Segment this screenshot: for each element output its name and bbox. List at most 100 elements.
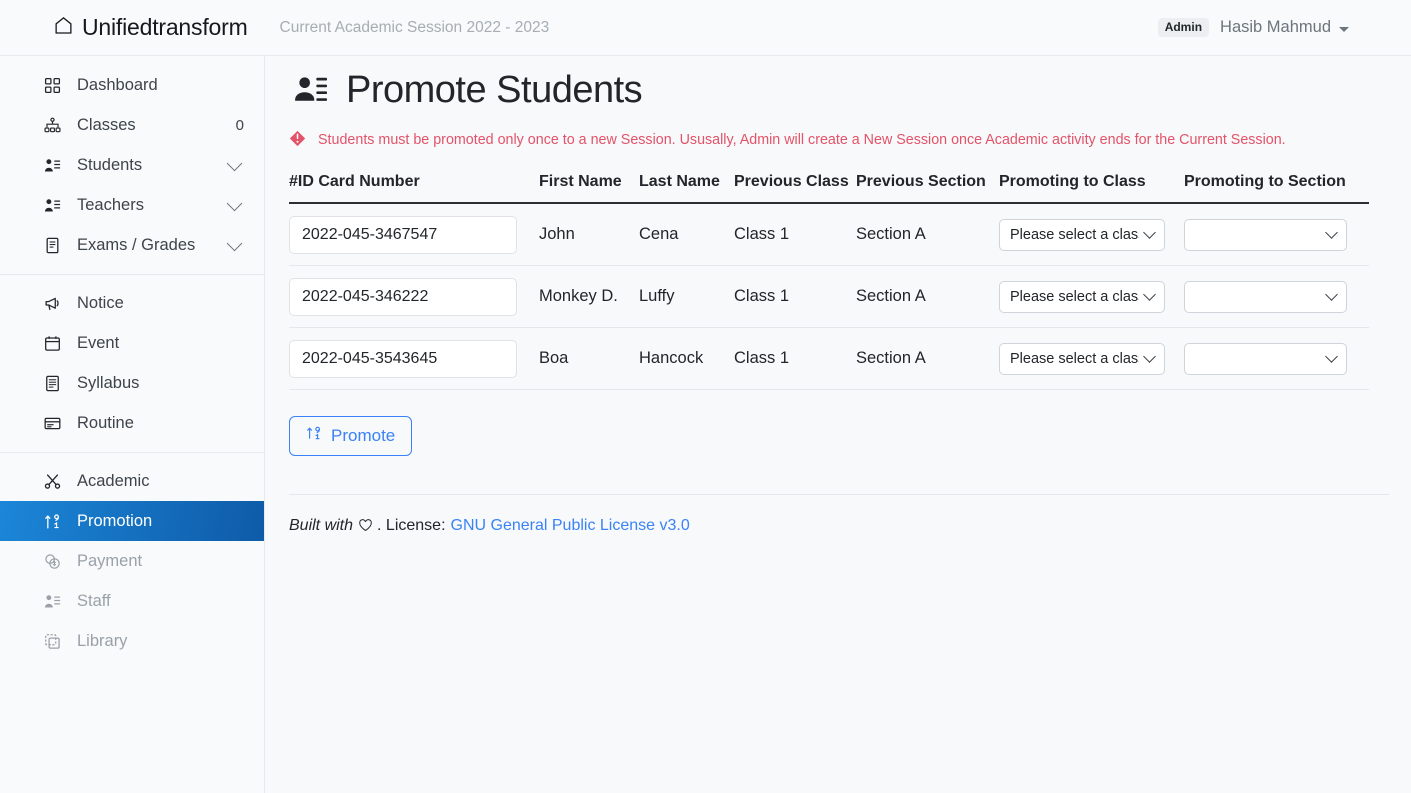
navbar-user-area: Admin Hasib Mahmud [1157,18,1349,37]
academic-session-label: Current Academic Session 2022 - 2023 [279,18,550,36]
column-header-id-card: #ID Card Number [289,172,539,204]
cell-promoting-class: Please select a class [999,202,1184,266]
promoting-section-select[interactable] [1184,218,1347,251]
sidebar-item-label: Exams / Grades [77,235,196,254]
promoting-class-value: Please select a class [1010,226,1139,243]
cell-previous-class: Class 1 [734,265,856,328]
table-header-row: #ID Card Number First Name Last Name Pre… [289,172,1369,204]
promoting-class-select[interactable]: Please select a class [999,280,1165,313]
sidebar-item-label: Notice [77,293,124,312]
person-list-icon [44,593,66,610]
file-text-icon [44,375,66,392]
sidebar-item-payment[interactable]: Payment [0,541,264,581]
cell-previous-class: Class 1 [734,202,856,266]
sidebar-item-exams-grades[interactable]: Exams / Grades [0,225,264,265]
promoting-section-select[interactable] [1184,280,1347,313]
sidebar-item-library[interactable]: Library [0,621,264,661]
diagram-icon [44,117,66,134]
sidebar-item-students[interactable]: Students [0,145,264,185]
megaphone-icon [44,295,66,312]
sidebar-item-label: Academic [77,471,150,490]
table-row: JohnCenaClass 1Section A Please select a … [289,202,1369,266]
card-list-icon [44,415,66,432]
navbar: Unifiedtransform Current Academic Sessio… [0,0,1411,56]
sidebar-item-event[interactable]: Event [0,323,264,363]
sidebar-item-promotion[interactable]: Promotion [0,501,264,541]
calendar-icon [44,335,66,352]
sidebar-item-syllabus[interactable]: Syllabus [0,363,264,403]
chevron-down-icon[interactable] [226,195,243,211]
chevron-down-icon [1143,226,1156,240]
sidebar-item-label: Routine [77,413,134,432]
chevron-down-icon[interactable] [226,155,243,171]
column-header-promoting-class: Promoting to Class [999,172,1184,204]
column-header-previous-section: Previous Section [856,172,999,204]
brand-link[interactable]: Unifiedtransform [54,14,248,41]
caret-down-icon[interactable] [1339,26,1349,32]
brand-label: Unifiedtransform [82,14,248,40]
id-card-input[interactable] [289,215,517,254]
chevron-down-icon [1325,226,1338,240]
main-content: Promote Students Students must be promot… [265,56,1411,793]
cell-last-name: Cena [639,202,734,266]
column-header-first-name: First Name [539,172,639,204]
license-prefix-label: . License: [377,516,446,534]
cell-promoting-class: Please select a class [999,265,1184,328]
home-icon [54,14,73,41]
person-list-icon [44,157,66,174]
license-link[interactable]: GNU General Public License v3.0 [451,517,690,535]
chevron-down-icon [1325,350,1338,364]
cell-last-name: Hancock [639,327,734,390]
promotion-table-wrap: #ID Card Number First Name Last Name Pre… [289,172,1369,390]
cell-first-name: John [539,202,639,266]
cell-id-card [289,265,539,328]
promoting-class-select[interactable]: Please select a class [999,218,1165,251]
alert-text: Students must be promoted only once to a… [318,132,1286,149]
cell-first-name: Monkey D. [539,265,639,328]
footer: Built with . License: GNU General Public… [289,517,1411,535]
sidebar-item-label: Library [77,631,128,650]
promoting-section-select[interactable] [1184,342,1347,375]
coin-icon [44,553,66,570]
cell-previous-section: Section A [856,327,999,390]
sidebar-item-label: Promotion [77,511,153,530]
id-card-input[interactable] [289,339,517,378]
sidebar-item-academic[interactable]: Academic [0,461,264,501]
sidebar-item-routine[interactable]: Routine [0,403,264,443]
heart-icon [358,518,373,533]
sidebar-item-dashboard[interactable]: Dashboard [0,65,264,105]
chevron-down-icon [1325,288,1338,302]
sidebar-item-label: Event [77,333,120,352]
sort-numeric-up-icon [44,513,66,530]
person-list-icon [44,197,66,214]
sidebar-divider [0,452,264,453]
sidebar-item-teachers[interactable]: Teachers [0,185,264,225]
sidebar-divider [0,274,264,275]
cell-promoting-section [1184,327,1369,390]
sidebar-item-label: Staff [77,591,111,610]
sidebar-item-count: 0 [235,116,244,134]
user-name-label[interactable]: Hasib Mahmud [1220,18,1331,37]
built-with-label: Built with [289,516,354,534]
promoting-class-select[interactable]: Please select a class [999,342,1165,375]
cell-previous-section: Section A [856,265,999,328]
footer-divider [289,493,1389,495]
chevron-down-icon [1143,350,1156,364]
table-head: #ID Card Number First Name Last Name Pre… [289,172,1369,204]
sidebar-item-classes[interactable]: Classes 0 [0,105,264,145]
sidebar-item-staff[interactable]: Staff [0,581,264,621]
person-lines-icon [289,71,331,110]
chevron-down-icon[interactable] [226,235,243,251]
sidebar: Dashboard Classes 0 Students Teachers Exams /… [0,56,265,793]
chevron-down-icon [1143,288,1156,302]
role-badge: Admin [1157,18,1210,37]
sidebar-item-label: Payment [77,551,143,570]
promote-button[interactable]: Promote [289,415,413,456]
promoting-class-value: Please select a class [1010,350,1139,367]
cell-last-name: Luffy [639,265,734,328]
id-card-input[interactable] [289,277,517,316]
column-header-previous-class: Previous Class [734,172,856,204]
warning-alert: Students must be promoted only once to a… [289,130,1411,151]
promotion-table: #ID Card Number First Name Last Name Pre… [289,172,1369,390]
sidebar-item-notice[interactable]: Notice [0,283,264,323]
